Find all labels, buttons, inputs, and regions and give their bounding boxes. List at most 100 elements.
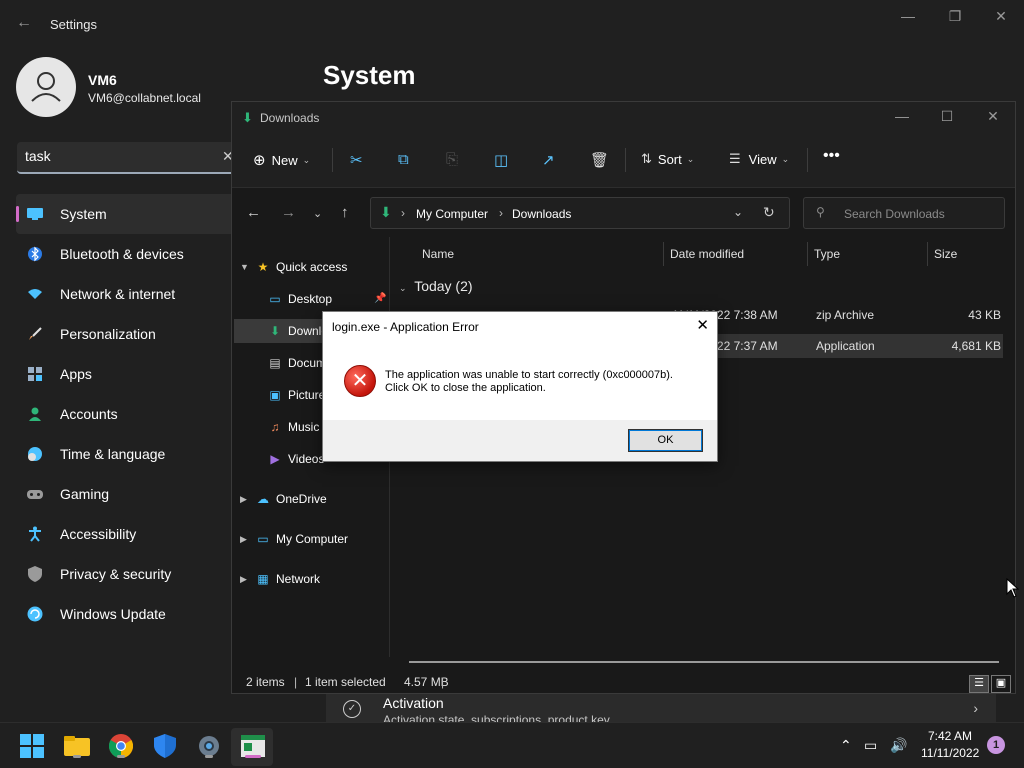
close-icon[interactable]: ✕ <box>986 8 1016 25</box>
nav-label: Time & language <box>60 446 166 462</box>
share-icon[interactable]: ↗ <box>542 151 555 169</box>
breadcrumb-my-computer[interactable]: My Computer <box>416 207 488 221</box>
sort-button[interactable]: ⇅ Sort ⌄ <box>641 151 694 167</box>
address-bar-row: ← → ⌄ ↑ ⬇ › My Computer › Downloads ⌄ ↻ … <box>232 189 1015 237</box>
address-bar[interactable]: ⬇ › My Computer › Downloads ⌄ ↻ <box>370 197 790 229</box>
rename-icon[interactable]: ◫ <box>494 151 508 169</box>
settings-title: Settings <box>50 17 97 32</box>
view-label: View <box>748 151 777 167</box>
paste-icon[interactable]: ⎘ <box>446 151 458 168</box>
copy-icon[interactable]: ⧉ <box>398 151 409 168</box>
volume-icon[interactable]: 🔊 <box>890 737 907 754</box>
more-options-icon[interactable]: ••• <box>823 147 840 165</box>
chevron-up-icon[interactable]: ⌃ <box>840 737 852 754</box>
refresh-icon[interactable]: ↻ <box>763 204 775 221</box>
up-icon[interactable]: ↑ <box>341 204 349 221</box>
file-type: zip Archive <box>816 308 875 322</box>
person-icon <box>27 406 43 422</box>
tree-item-desktop[interactable]: ▭ Desktop <box>254 287 388 311</box>
nav-label: Accounts <box>60 406 118 422</box>
search-input[interactable] <box>25 148 215 164</box>
nav-item-network[interactable]: Network & internet <box>16 274 236 314</box>
toolbar-divider <box>625 148 626 172</box>
column-divider[interactable] <box>927 242 928 266</box>
tree-item-my-computer[interactable]: ▶ ▭ My Computer <box>240 527 388 551</box>
delete-icon[interactable]: 🗑 <box>590 151 609 169</box>
restore-icon[interactable]: ❐ <box>940 8 970 25</box>
settings-titlebar: ← Settings — ❐ ✕ <box>0 0 1024 48</box>
start-button[interactable] <box>18 732 46 760</box>
clock-date[interactable]: 11/11/2022 <box>921 746 979 760</box>
bluetooth-icon <box>27 246 43 262</box>
nav-label: Privacy & security <box>60 566 172 582</box>
nav-item-apps[interactable]: Apps <box>16 354 236 394</box>
clock-time[interactable]: 7:42 AM <box>928 729 972 743</box>
nav-item-time-language[interactable]: Time & language <box>16 434 236 474</box>
ok-button[interactable]: OK <box>628 429 703 452</box>
forward-icon[interactable]: → <box>281 204 296 221</box>
desktop-icon: ▭ <box>269 292 281 306</box>
user-email: VM6@collabnet.local <box>88 91 201 105</box>
taskbar-security[interactable] <box>151 732 179 760</box>
column-header-size[interactable]: Size <box>934 247 957 261</box>
explorer-search[interactable]: ⚲ Search Downloads <box>803 197 1005 229</box>
settings-search[interactable]: ✕ <box>17 142 237 174</box>
active-indicator <box>245 755 261 758</box>
recent-locations-icon[interactable]: ⌄ <box>313 207 322 220</box>
clock-globe-icon <box>27 446 43 462</box>
nav-item-bluetooth[interactable]: Bluetooth & devices <box>16 234 236 274</box>
close-icon[interactable]: ✕ <box>696 316 709 334</box>
notification-badge[interactable]: 1 <box>987 736 1005 754</box>
tree-label: Music <box>288 420 320 434</box>
column-header-type[interactable]: Type <box>814 247 840 261</box>
tree-item-onedrive[interactable]: ▶ ☁ OneDrive <box>240 487 388 511</box>
breadcrumb-downloads[interactable]: Downloads <box>512 207 571 221</box>
download-icon: ⬇ <box>380 204 392 220</box>
column-header-date[interactable]: Date modified <box>670 247 744 261</box>
taskbar-error-app[interactable] <box>239 732 267 760</box>
back-arrow-icon[interactable]: ← <box>16 14 32 32</box>
maximize-icon[interactable]: ☐ <box>932 108 962 125</box>
view-button[interactable]: ☰ View ⌄ <box>729 151 789 167</box>
column-divider[interactable] <box>807 242 808 266</box>
tiles-view-icon[interactable]: ▣ <box>991 675 1011 693</box>
horizontal-scrollbar[interactable] <box>409 661 999 663</box>
nav-item-accessibility[interactable]: Accessibility <box>16 514 236 554</box>
taskbar-file-explorer[interactable] <box>63 732 91 760</box>
nav-item-privacy[interactable]: Privacy & security <box>16 554 236 594</box>
nav-item-accounts[interactable]: Accounts <box>16 394 236 434</box>
monitor-icon <box>27 206 43 222</box>
error-message-line: The application was unable to start corr… <box>385 369 673 381</box>
close-icon[interactable]: ✕ <box>978 108 1008 125</box>
tree-item-quick-access[interactable]: ▼ ★ Quick access <box>240 255 388 279</box>
group-header[interactable]: ⌄ Today (2) <box>399 278 473 294</box>
avatar[interactable] <box>16 57 76 117</box>
taskbar-settings[interactable] <box>195 732 223 760</box>
details-view-icon[interactable]: ☰ <box>969 675 989 693</box>
column-divider[interactable] <box>663 242 664 266</box>
pin-icon[interactable]: 📌 <box>374 293 386 304</box>
nav-item-gaming[interactable]: Gaming <box>16 474 236 514</box>
nav-item-system[interactable]: System <box>16 194 236 234</box>
explorer-title: Downloads <box>260 111 320 125</box>
new-button[interactable]: ⊕ New ⌄ <box>253 151 310 169</box>
person-avatar-icon <box>31 72 61 102</box>
update-icon <box>27 606 43 622</box>
network-icon[interactable]: ▭ <box>864 737 877 754</box>
minimize-icon[interactable]: — <box>887 108 917 124</box>
nav-item-personalization[interactable]: Personalization <box>16 314 236 354</box>
nav-label: Windows Update <box>60 606 166 622</box>
error-icon: ✕ <box>344 365 376 397</box>
chevron-down-icon[interactable]: ⌄ <box>733 205 743 219</box>
taskbar-chrome[interactable] <box>107 732 135 760</box>
minimize-icon[interactable]: — <box>893 8 923 24</box>
cut-icon[interactable]: ✂ <box>350 151 363 169</box>
cloud-icon: ☁ <box>257 492 269 506</box>
activation-card[interactable]: ✓ Activation Activation state, subscript… <box>326 690 996 722</box>
column-header-name[interactable]: Name <box>422 247 454 261</box>
tree-item-network[interactable]: ▶ ▦ Network <box>240 567 388 591</box>
nav-item-windows-update[interactable]: Windows Update <box>16 594 236 634</box>
explorer-titlebar: ⬇ Downloads — ☐ ✕ <box>232 102 1015 132</box>
file-size: 43 KB <box>968 308 1001 322</box>
back-icon[interactable]: ← <box>246 204 261 221</box>
